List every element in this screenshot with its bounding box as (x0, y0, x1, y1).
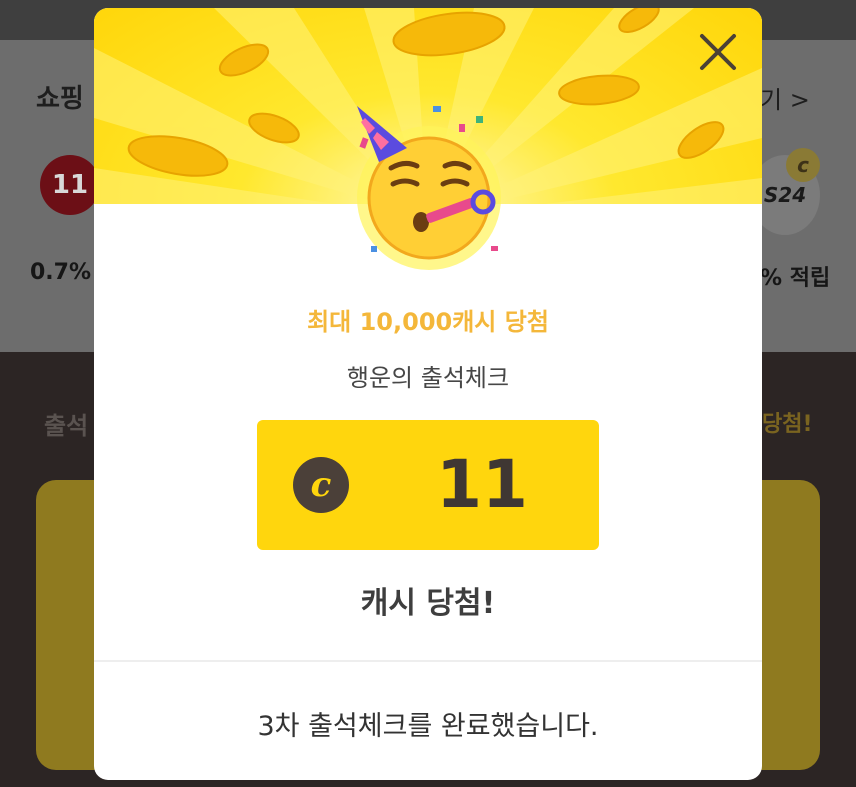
attendance-section-title: 출석 (44, 412, 89, 440)
cash-reward-box: c 11 (257, 420, 599, 550)
cash-coin-icon: c (293, 457, 349, 513)
store-reward-rate: % 적립 (760, 266, 831, 291)
store-reward-rate: 0.7% (30, 260, 92, 285)
max-prize-label: 최대 10,000캐시 당첨 (307, 308, 549, 336)
partying-face-icon (341, 98, 517, 274)
completion-message: 3차 출석체크를 완료했습니다. (257, 711, 599, 742)
shopping-section-title: 쇼핑 (36, 84, 84, 114)
attendance-result-modal: 최대 10,000캐시 당첨 행운의 출석체크 c 11 캐시 당첨! 3차 출… (94, 8, 762, 780)
cash-coin-icon: c (786, 148, 820, 182)
store-logo-11st[interactable]: 11 (40, 155, 100, 215)
close-button[interactable] (694, 28, 742, 76)
win-label: 캐시 당첨! (360, 586, 496, 621)
modal-divider (94, 660, 762, 662)
close-icon (700, 34, 736, 70)
modal-title: 행운의 출석체크 (346, 364, 510, 392)
see-more-link[interactable]: 기 > (760, 80, 810, 115)
attendance-section-badge: 당첨! (762, 412, 813, 437)
cash-amount: 11 (436, 446, 528, 523)
